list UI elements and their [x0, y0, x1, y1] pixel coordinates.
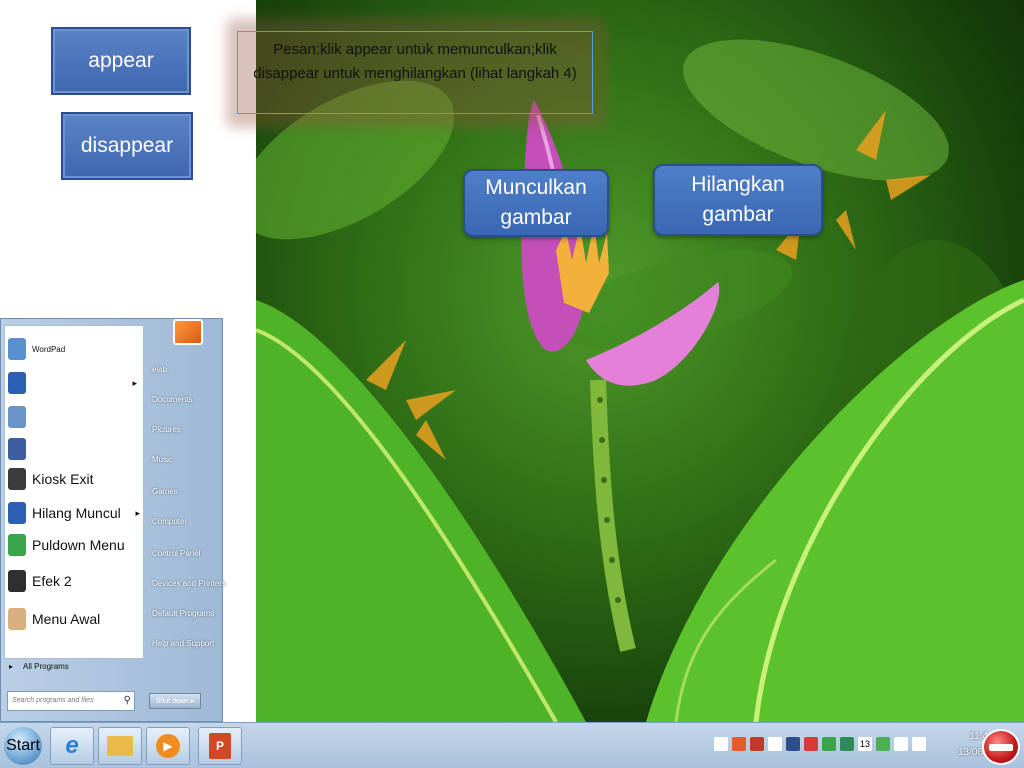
media-player-icon: ▶ — [156, 734, 180, 758]
start-menu-item-label: Puldown Menu — [32, 537, 125, 553]
all-programs-label: All Programs — [23, 662, 69, 671]
volume-icon[interactable] — [912, 737, 926, 751]
start-label: Start — [6, 737, 40, 754]
start-link-documents[interactable]: Documents — [152, 395, 192, 404]
start-link-control-panel[interactable]: Control Panel — [152, 549, 200, 558]
start-link-music[interactable]: Music — [152, 455, 173, 464]
taskbar-explorer[interactable] — [98, 727, 142, 765]
start-menu-item-label: Efek 2 — [32, 573, 72, 589]
internet-explorer-icon: e — [65, 732, 79, 759]
phone-icon — [8, 468, 26, 490]
taskbar-powerpoint[interactable]: P — [198, 727, 242, 765]
message-box: Pesan:klik appear untuk memunculkan;klik… — [237, 31, 593, 114]
search-input[interactable]: Search programs and files ⚲ — [7, 691, 135, 711]
media-icon — [8, 438, 26, 460]
stop-icon[interactable] — [982, 729, 1020, 765]
start-menu-item-media[interactable] — [8, 438, 26, 460]
search-icon: ⚲ — [123, 695, 131, 706]
message-text: Pesan:klik appear untuk memunculkan;klik… — [253, 41, 577, 82]
start-menu-item-document[interactable] — [8, 406, 26, 428]
start-menu-item-kiosk-exit[interactable]: Kiosk Exit — [8, 468, 93, 490]
submenu-arrow-icon: ▸ — [132, 377, 137, 388]
start-menu-item-puldown-menu[interactable]: Puldown Menu — [8, 534, 125, 556]
start-link-devices-printers[interactable]: Devices and Printers — [152, 579, 226, 588]
start-menu-item-label: Hilang Muncul — [32, 505, 121, 521]
start-menu-item-hilang-muncul[interactable]: Hilang Muncul ▸ — [8, 502, 143, 524]
calendar-icon[interactable]: 13 — [858, 737, 872, 751]
submenu-arrow-icon: ▸ — [135, 507, 140, 518]
start-link-elab[interactable]: elab — [152, 365, 167, 374]
start-menu-item-label: Kiosk Exit — [32, 471, 94, 487]
powerpoint-icon: P — [209, 733, 231, 759]
android-icon — [8, 534, 26, 556]
appear-button[interactable]: appear — [51, 27, 191, 95]
app-tray-icon[interactable] — [732, 737, 746, 751]
all-programs-link[interactable]: ▸ All Programs — [9, 662, 69, 671]
start-menu-item-efek-2[interactable]: Efek 2 — [8, 570, 72, 592]
start-menu-programs: WordPad ▸ Kiosk Exit Hilang Muncul ▸ Pul… — [4, 325, 144, 659]
start-menu-item-label: WordPad — [32, 344, 66, 354]
start-menu-links: elab Documents Pictures Music Games Comp… — [149, 319, 226, 723]
taskbar-media-player[interactable]: ▶ — [146, 727, 190, 765]
start-menu: WordPad ▸ Kiosk Exit Hilang Muncul ▸ Pul… — [0, 318, 226, 723]
start-link-games[interactable]: Games — [152, 487, 178, 496]
start-button[interactable]: Start — [0, 725, 46, 767]
search-placeholder: Search programs and files — [12, 697, 94, 704]
wifi-icon[interactable] — [714, 737, 728, 751]
start-link-computer[interactable]: Computer — [152, 517, 187, 526]
user-avatar — [173, 319, 203, 345]
start-menu-item-menu-awal[interactable]: Menu Awal — [8, 608, 100, 630]
taskbar: Start e ▶ P 13 11:4 13/06/2 — [0, 722, 1024, 768]
folder-icon — [107, 736, 133, 756]
monitor-icon[interactable] — [786, 737, 800, 751]
start-link-pictures[interactable]: Pictures — [152, 425, 181, 434]
network-icon[interactable] — [840, 737, 854, 751]
start-link-default-programs[interactable]: Default Programs — [152, 609, 214, 618]
antivirus-icon[interactable] — [804, 737, 818, 751]
security-icon[interactable] — [750, 737, 764, 751]
hide-image-button[interactable]: Hilangkan gambar — [653, 164, 823, 236]
start-menu-item-word[interactable]: ▸ — [8, 372, 140, 394]
word-icon — [8, 502, 26, 524]
shutdown-label: Shut down — [155, 697, 189, 705]
update-icon[interactable] — [822, 737, 836, 751]
start-link-help-support[interactable]: Help and Support — [152, 639, 214, 648]
arrow-right-icon: ▸ — [9, 662, 14, 671]
battery-icon[interactable] — [876, 737, 890, 751]
show-image-button[interactable]: Munculkan gambar — [463, 169, 609, 237]
start-menu-item-wordpad[interactable]: WordPad — [8, 338, 65, 360]
disappear-button[interactable]: disappear — [61, 112, 193, 180]
system-tray: 13 — [714, 737, 926, 751]
wordpad-icon — [8, 338, 26, 360]
user-icon — [8, 608, 26, 630]
start-menu-item-label: Menu Awal — [32, 611, 101, 627]
signal-icon[interactable] — [894, 737, 908, 751]
word-icon — [8, 372, 26, 394]
shutdown-button[interactable]: Shut down ▸ — [149, 693, 201, 709]
phone-icon — [8, 570, 26, 592]
taskbar-internet-explorer[interactable]: e — [50, 727, 94, 765]
document-icon — [8, 406, 26, 428]
bluetooth-icon[interactable] — [768, 737, 782, 751]
